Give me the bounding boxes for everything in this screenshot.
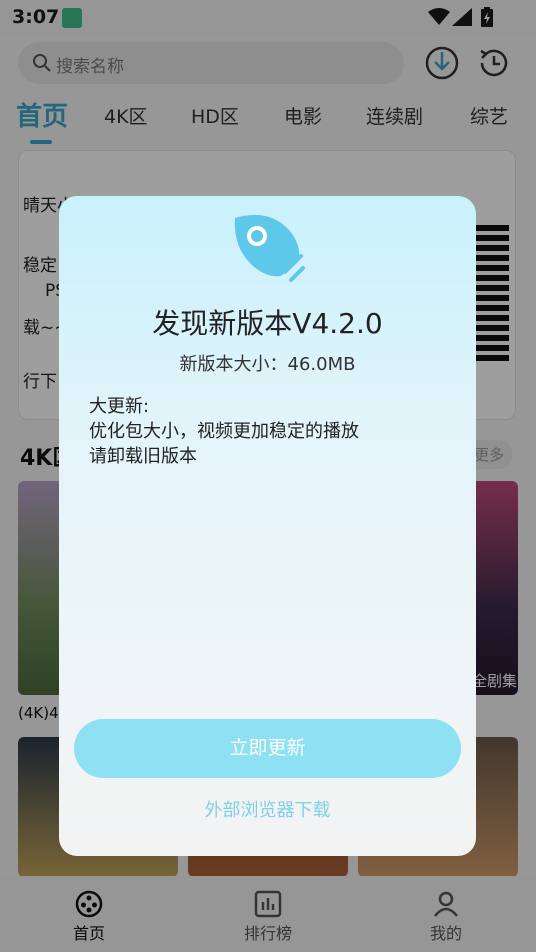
changelog: 大更新: 优化包大小，视频更加稳定的播放 请卸载旧版本 — [89, 394, 449, 469]
changelog-line: 大更新: — [89, 396, 150, 417]
changelog-line: 请卸载旧版本 — [89, 446, 197, 467]
dialog-title: 发现新版本V4.2.0 — [152, 307, 383, 340]
update-now-button[interactable]: 立即更新 — [74, 719, 461, 778]
external-browser-download-link[interactable]: 外部浏览器下载 — [59, 796, 476, 822]
rocket-icon — [234, 214, 305, 282]
changelog-line: 优化包大小，视频更加稳定的播放 — [89, 421, 359, 442]
update-size-text: 新版本大小：46.0MB — [179, 354, 356, 375]
update-dialog: 发现新版本V4.2.0 新版本大小：46.0MB 大更新: 优化包大小，视频更加… — [59, 196, 476, 856]
